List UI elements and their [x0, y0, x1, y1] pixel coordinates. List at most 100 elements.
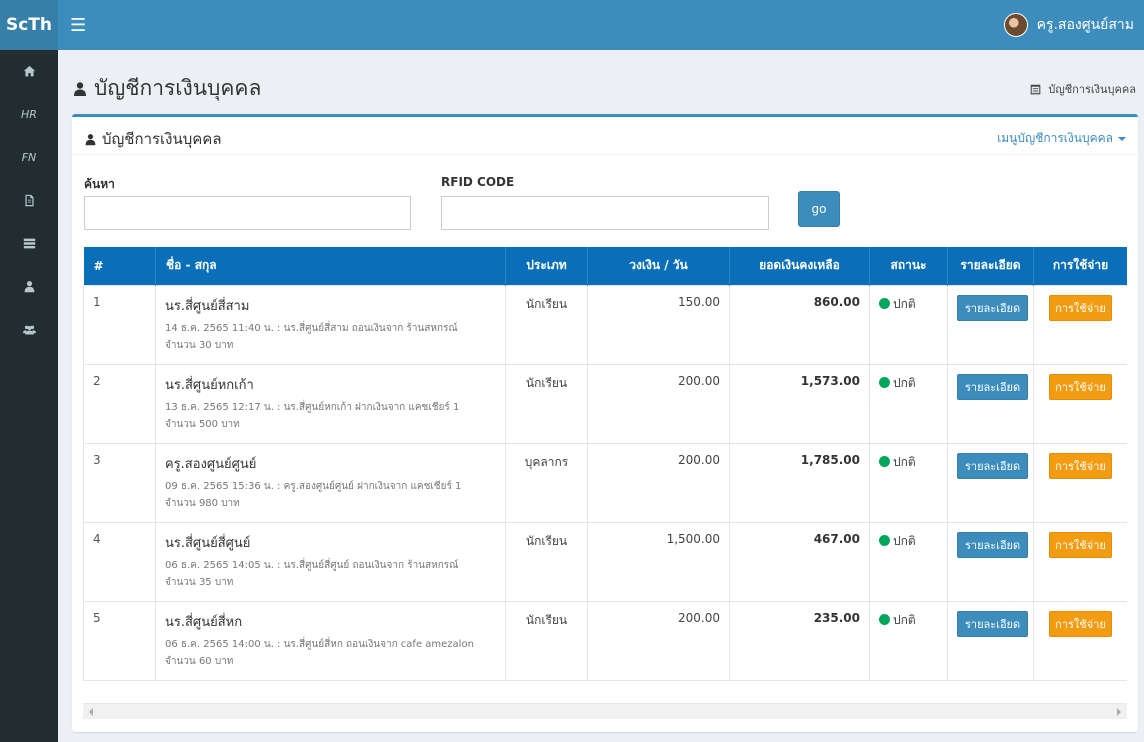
table-row: 1 นร.สี่ศูนย์สี่สาม 14 ธ.ค. 2565 11:40 น… — [83, 284, 1127, 365]
page-title-text: บัญชีการเงินบุคคล — [94, 76, 262, 100]
box-header: บัญชีการเงินบุคคล เมนูบัญชีการเงินบุคคล — [72, 117, 1138, 155]
home-icon[interactable] — [0, 50, 58, 93]
status-text: ปกติ — [893, 612, 916, 627]
row-name-cell: นร.สี่ศูนย์หกเก้า 13 ธ.ค. 2565 12:17 น. … — [155, 363, 506, 444]
account-table: # ชื่อ - สกุล ประเภท วงเงิน / วัน ยอดเงิ… — [83, 247, 1127, 681]
top-navbar: ScTh ☰ ครู.สองศูนย์สาม — [0, 0, 1144, 50]
row-name-cell: นร.สี่ศูนย์สี่หก 06 ธ.ค. 2565 14:00 น. :… — [155, 600, 506, 681]
col-header-name: ชื่อ - สกุล — [155, 247, 506, 285]
row-no: 1 — [83, 284, 156, 365]
row-detail-cell: รายละเอียด — [947, 284, 1034, 365]
scroll-left-icon[interactable] — [89, 708, 93, 716]
row-type: นักเรียน — [505, 521, 588, 602]
row-name-cell: ครู.สองศูนย์ศูนย์ 09 ธ.ค. 2565 15:36 น. … — [155, 442, 506, 523]
spend-button[interactable]: การใช้จ่าย — [1049, 452, 1112, 479]
breadcrumb[interactable]: บัญชีการเงินบุคคล — [1030, 80, 1136, 98]
row-spend-cell: การใช้จ่าย — [1033, 600, 1127, 681]
row-name: ครู.สองศูนย์ศูนย์ — [165, 456, 257, 472]
status-dot-icon — [879, 376, 890, 388]
hamburger-icon[interactable]: ☰ — [70, 15, 86, 36]
status-dot-icon — [879, 455, 890, 467]
row-status: ปกติ — [869, 600, 948, 681]
search-input[interactable] — [84, 196, 411, 230]
row-limit: 200.00 — [587, 442, 730, 523]
horizontal-scrollbar[interactable] — [83, 703, 1127, 719]
account-box: บัญชีการเงินบุคคล เมนูบัญชีการเงินบุคคล … — [72, 114, 1138, 732]
col-header-balance: ยอดเงินคงเหลือ — [729, 247, 870, 285]
row-type: นักเรียน — [505, 363, 588, 444]
col-header-detail: รายละเอียด — [947, 247, 1034, 285]
table-row: 5 นร.สี่ศูนย์สี่หก 06 ธ.ค. 2565 14:00 น.… — [83, 600, 1127, 681]
sidebar: HR FN — [0, 50, 58, 742]
status-text: ปกติ — [893, 375, 916, 390]
row-name: นร.สี่ศูนย์สี่ศูนย์ — [165, 535, 251, 551]
row-type: นักเรียน — [505, 600, 588, 681]
user-menu[interactable]: ครู.สองศูนย์สาม — [1003, 0, 1134, 50]
row-spend-cell: การใช้จ่าย — [1033, 284, 1127, 365]
app-logo[interactable]: ScTh — [0, 0, 58, 50]
row-detail-cell: รายละเอียด — [947, 600, 1034, 681]
spend-button[interactable]: การใช้จ่าย — [1049, 531, 1112, 558]
row-no: 2 — [83, 363, 156, 444]
spend-button[interactable]: การใช้จ่าย — [1049, 294, 1112, 321]
row-last-transaction: 14 ธ.ค. 2565 11:40 น. : นร.สี่ศูนย์สี่สา… — [165, 322, 458, 334]
row-balance: 1,785.00 — [729, 442, 870, 523]
row-status: ปกติ — [869, 521, 948, 602]
row-last-transaction: 06 ธ.ค. 2565 14:00 น. : นร.สี่ศูนย์สี่หก… — [165, 638, 474, 650]
row-name: นร.สี่ศูนย์หกเก้า — [165, 377, 254, 393]
page-title: บัญชีการเงินบุคคล — [72, 72, 261, 105]
rfid-label: RFID CODE — [441, 175, 515, 189]
sidebar-item-fn[interactable]: FN — [0, 136, 58, 179]
list-icon[interactable] — [0, 222, 58, 265]
status-dot-icon — [879, 534, 890, 546]
account-menu-label: เมนูบัญชีการเงินบุคคล — [997, 131, 1113, 145]
sidebar-item-hr[interactable]: HR — [0, 93, 58, 136]
col-header-spend: การใช้จ่าย — [1033, 247, 1127, 285]
avatar — [1003, 13, 1028, 37]
account-table-wrapper: # ชื่อ - สกุล ประเภท วงเงิน / วัน ยอดเงิ… — [83, 247, 1127, 687]
detail-button[interactable]: รายละเอียด — [957, 610, 1029, 637]
row-amount: จำนวน 30 บาท — [165, 339, 234, 351]
row-amount: จำนวน 35 บาท — [165, 576, 234, 588]
search-label: ค้นหา — [84, 177, 115, 191]
detail-button[interactable]: รายละเอียด — [957, 531, 1029, 558]
status-text: ปกติ — [893, 296, 916, 311]
file-icon[interactable] — [0, 179, 58, 222]
row-type: บุคลากร — [505, 442, 588, 523]
row-last-transaction: 09 ธ.ค. 2565 15:36 น. : ครู.สองศูนย์ศูนย… — [165, 480, 462, 492]
row-type: นักเรียน — [505, 284, 588, 365]
rfid-input[interactable] — [441, 196, 769, 230]
row-name: นร.สี่ศูนย์สี่สาม — [165, 298, 250, 314]
users-icon[interactable] — [0, 308, 58, 351]
row-status: ปกติ — [869, 442, 948, 523]
col-header-limit: วงเงิน / วัน — [587, 247, 730, 285]
user-icon — [74, 81, 86, 96]
row-name-cell: นร.สี่ศูนย์สี่สาม 14 ธ.ค. 2565 11:40 น. … — [155, 284, 506, 365]
user-icon — [85, 133, 96, 145]
row-last-transaction: 06 ธ.ค. 2565 14:05 น. : นร.สี่ศูนย์สี่ศู… — [165, 559, 459, 571]
account-menu-dropdown[interactable]: เมนูบัญชีการเงินบุคคล — [997, 129, 1126, 148]
row-limit: 150.00 — [587, 284, 730, 365]
row-no: 5 — [83, 600, 156, 681]
table-row: 2 นร.สี่ศูนย์หกเก้า 13 ธ.ค. 2565 12:17 น… — [83, 363, 1127, 444]
row-limit: 1,500.00 — [587, 521, 730, 602]
detail-button[interactable]: รายละเอียด — [957, 294, 1029, 321]
user-icon[interactable] — [0, 265, 58, 308]
detail-button[interactable]: รายละเอียด — [957, 452, 1029, 479]
row-status: ปกติ — [869, 284, 948, 365]
scroll-right-icon[interactable] — [1117, 708, 1121, 716]
caret-down-icon — [1118, 136, 1126, 141]
row-balance: 467.00 — [729, 521, 870, 602]
row-last-transaction: 13 ธ.ค. 2565 12:17 น. : นร.สี่ศูนย์หกเก้… — [165, 401, 460, 413]
spend-button[interactable]: การใช้จ่าย — [1049, 610, 1112, 637]
spend-button[interactable]: การใช้จ่าย — [1049, 373, 1112, 400]
go-button[interactable]: go — [798, 191, 840, 227]
row-amount: จำนวน 980 บาท — [165, 497, 240, 509]
row-status: ปกติ — [869, 363, 948, 444]
user-name: ครู.สองศูนย์สาม — [1036, 17, 1134, 33]
row-detail-cell: รายละเอียด — [947, 521, 1034, 602]
row-limit: 200.00 — [587, 600, 730, 681]
row-balance: 235.00 — [729, 600, 870, 681]
row-detail-cell: รายละเอียด — [947, 442, 1034, 523]
detail-button[interactable]: รายละเอียด — [957, 373, 1029, 400]
